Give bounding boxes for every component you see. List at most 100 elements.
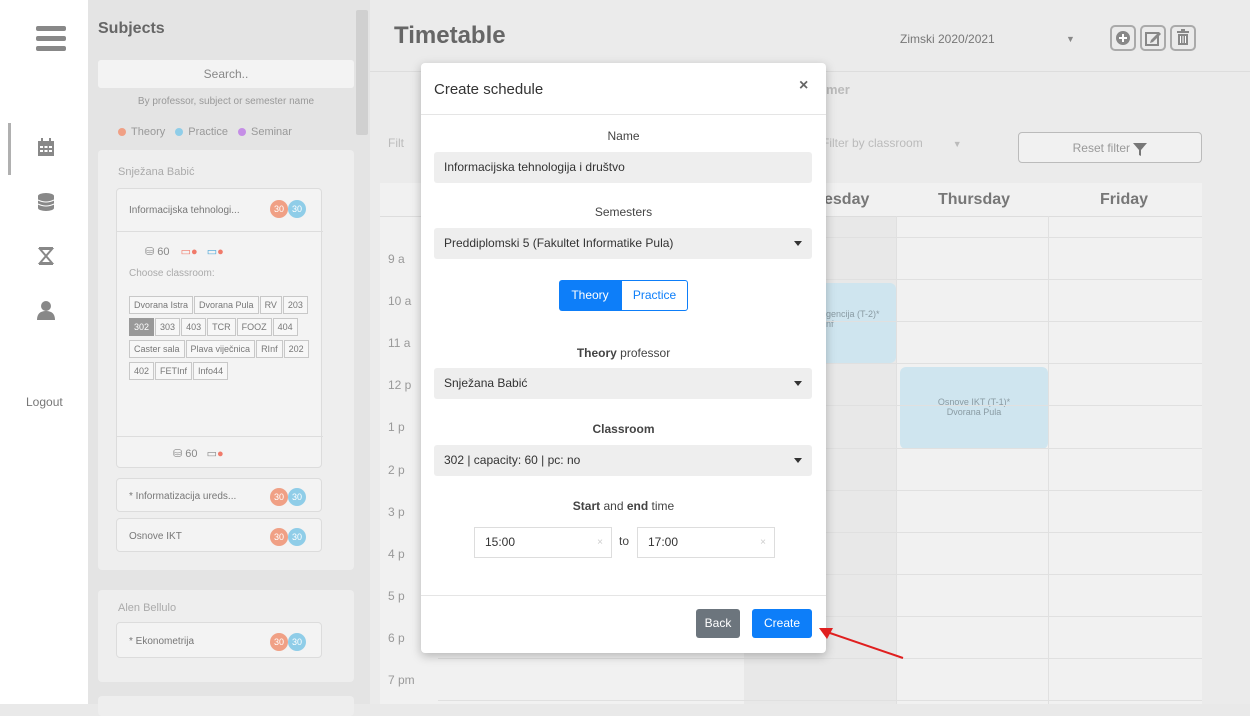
- database-icon[interactable]: [36, 192, 56, 212]
- practice-hours: 30: [288, 200, 306, 218]
- classroom-tag[interactable]: FOOZ: [236, 318, 272, 336]
- practice-toggle-button[interactable]: Practice: [621, 280, 688, 311]
- course-card[interactable]: * Ekonometrija 30 30: [116, 622, 322, 658]
- chair-icon: ⛁: [173, 448, 183, 460]
- theory-hours: 30: [270, 528, 288, 546]
- time-label: 7 pm: [388, 673, 415, 687]
- edit-button[interactable]: [1140, 25, 1166, 51]
- room-capacity: ⛁ 60 ▭● ▭●: [145, 246, 224, 258]
- monitor-icon: ▭●: [206, 246, 224, 258]
- create-schedule-modal: Create schedule × Name Informacijska teh…: [421, 63, 826, 653]
- classroom-tag[interactable]: FETInf: [155, 362, 193, 380]
- professor-select[interactable]: Snježana Babić: [434, 368, 812, 399]
- schedule-event[interactable]: Osnove IKT (T-1)* Dvorana Pula: [900, 367, 1048, 449]
- calendar-icon[interactable]: [36, 138, 56, 158]
- classroom-tags: Dvorana Istra Dvorana Pula RV 203 302 303 403 T…: [129, 295, 319, 383]
- time-label: Start and end time: [572, 499, 675, 513]
- semester-select[interactable]: Preddiplomski 5 (Fakultet Informatike Pu…: [434, 228, 812, 259]
- to-label: to: [619, 534, 630, 548]
- classroom-tag[interactable]: 303: [155, 318, 181, 336]
- practice-hours: 30: [288, 488, 306, 506]
- filter-select[interactable]: Filt: [388, 136, 404, 150]
- classroom-select[interactable]: 302 | capacity: 60 | pc: no: [434, 445, 812, 476]
- classroom-tag[interactable]: TCR: [207, 318, 236, 336]
- theory-hours: 30: [270, 633, 288, 651]
- time-label: 12 p: [388, 378, 412, 393]
- chevron-down-icon: [794, 241, 802, 246]
- classroom-tag[interactable]: 403: [181, 318, 207, 336]
- classroom-tag[interactable]: 202: [283, 340, 309, 358]
- professor-name: Alen Bellulo: [118, 602, 177, 614]
- clear-icon[interactable]: ×: [597, 528, 603, 557]
- classroom-tag[interactable]: Caster sala: [129, 340, 185, 358]
- name-field[interactable]: Informacijska tehnologija i društvo: [434, 152, 812, 183]
- classroom-tag[interactable]: Dvorana Istra: [129, 296, 194, 314]
- classroom-tag[interactable]: 404: [272, 318, 298, 336]
- user-icon[interactable]: [36, 300, 56, 320]
- classroom-tag[interactable]: 302: [129, 318, 155, 336]
- semester-value: Zimski 2020/2021: [900, 32, 995, 46]
- hourglass-icon[interactable]: [36, 246, 56, 266]
- hamburger-icon[interactable]: [36, 24, 66, 52]
- classroom-tag[interactable]: RInf: [256, 340, 283, 358]
- delete-button[interactable]: [1170, 25, 1196, 51]
- schedule-event[interactable]: gencija (T-2)* nf: [816, 283, 896, 363]
- course-card[interactable]: Osnove IKT 30 30: [116, 518, 322, 552]
- subjects-search-input[interactable]: Search..: [98, 60, 354, 88]
- time-label: 5 p: [388, 588, 405, 603]
- chevron-down-icon: [794, 381, 802, 386]
- choose-classroom-label: Choose classroom:: [129, 268, 215, 279]
- course-name: * Ekonometrija: [129, 636, 195, 647]
- professor-name: Snježana Babić: [118, 166, 195, 178]
- day-header: Friday: [1100, 191, 1149, 208]
- theory-toggle-button[interactable]: Theory: [559, 280, 621, 311]
- name-label: Name: [607, 129, 640, 143]
- logout-link[interactable]: Logout: [26, 395, 63, 409]
- time-label: 1 p: [388, 420, 405, 435]
- legend-seminar: Seminar: [238, 126, 292, 138]
- monitor-icon: ▭●: [206, 448, 224, 460]
- close-icon[interactable]: ×: [799, 77, 808, 95]
- subjects-title: Subjects: [98, 20, 165, 37]
- time-label: 9 a: [388, 252, 405, 266]
- course-card-expanded[interactable]: Informacijska tehnologi... 30 30 ⛁ 60 ▭● …: [116, 188, 323, 468]
- professor-card: Snježana Babić Informacijska tehnologi..…: [98, 150, 354, 570]
- plus-circle-icon: [1116, 31, 1130, 45]
- day-header: Thursday: [938, 191, 1011, 208]
- course-name: Osnove IKT: [129, 531, 182, 542]
- nav-rail: Logout: [0, 0, 88, 704]
- annotation-arrow-icon: [819, 628, 904, 659]
- time-label: 10 a: [388, 294, 412, 309]
- course-card[interactable]: * Informatizacija ureds... 30 30: [116, 478, 322, 512]
- legend-theory: Theory: [118, 126, 165, 138]
- theory-hours: 30: [270, 488, 288, 506]
- subjects-scrollbar[interactable]: [356, 10, 368, 135]
- add-button[interactable]: [1110, 25, 1136, 51]
- end-time-input[interactable]: 17:00 ×: [637, 527, 775, 558]
- classroom-tag[interactable]: 203: [282, 296, 308, 314]
- classroom-filter-select[interactable]: Filter by classroom ▼: [822, 136, 962, 150]
- active-indicator: [8, 123, 11, 175]
- back-button[interactable]: Back: [696, 609, 740, 638]
- professor-card: Alen Bellulo * Ekonometrija 30 30: [98, 590, 354, 682]
- reset-filter-button[interactable]: Reset filter: [1018, 132, 1202, 163]
- tab-summer[interactable]: mer: [826, 82, 850, 97]
- classroom-tag[interactable]: Plava viječnica: [185, 340, 256, 358]
- clear-icon[interactable]: ×: [760, 528, 766, 557]
- start-time-input[interactable]: 15:00 ×: [474, 527, 612, 558]
- classroom-tag[interactable]: Info44: [193, 362, 229, 380]
- trash-icon: [1177, 29, 1189, 45]
- professor-label: Theory professor: [576, 346, 671, 360]
- classroom-label: Classroom: [592, 422, 655, 436]
- classroom-tag[interactable]: RV: [259, 296, 282, 314]
- chevron-down-icon: ▼: [1066, 34, 1075, 44]
- classroom-tag[interactable]: 402: [129, 362, 155, 380]
- course-name: * Informatizacija ureds...: [129, 491, 237, 502]
- day-header: esday: [824, 191, 870, 208]
- classroom-tag[interactable]: Dvorana Pula: [194, 296, 259, 314]
- practice-hours: 30: [288, 633, 306, 651]
- create-button[interactable]: Create: [752, 609, 812, 638]
- chevron-down-icon: [794, 458, 802, 463]
- time-label: 4 p: [388, 546, 405, 561]
- semester-select[interactable]: Zimski 2020/2021 ▼: [888, 24, 1075, 54]
